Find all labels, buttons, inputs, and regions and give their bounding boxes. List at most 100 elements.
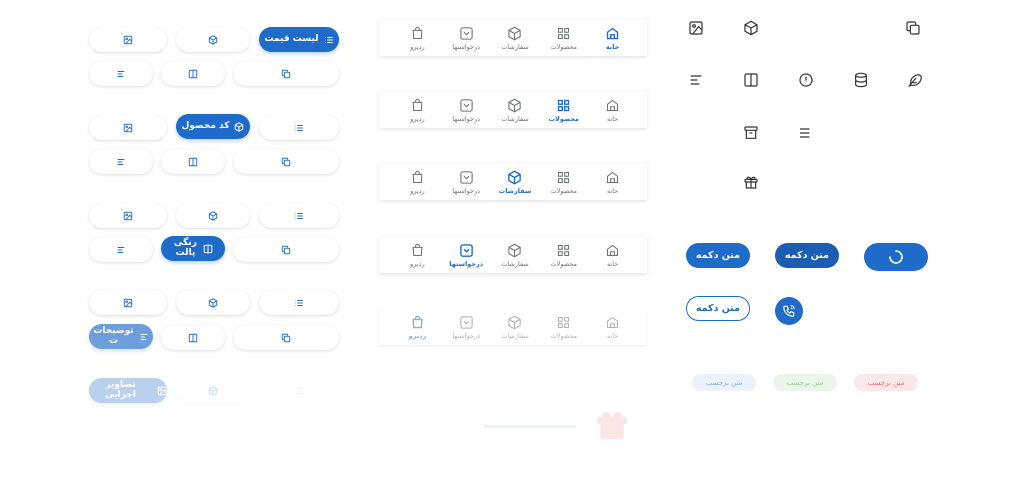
chip-list[interactable]: [259, 378, 339, 403]
columns-icon: [188, 333, 198, 342]
chip-copy[interactable]: [233, 237, 339, 262]
nav-item[interactable]: درخواستها: [442, 164, 491, 200]
chip-exec-images[interactable]: تصاویر اجرایی: [89, 378, 167, 403]
chip-image[interactable]: [89, 27, 167, 52]
cube-icon: [235, 121, 244, 132]
cube-icon: [508, 169, 522, 185]
chip-cube[interactable]: [176, 378, 250, 403]
nav-item[interactable]: ردیرو: [393, 92, 442, 128]
chip-label: کد محصول: [181, 120, 230, 131]
nav-item-label: خانه: [606, 259, 619, 268]
nav-item[interactable]: محصولات: [539, 92, 588, 128]
chip-columns[interactable]: [161, 61, 225, 86]
loading-button[interactable]: [864, 243, 928, 271]
chip-copy[interactable]: [233, 325, 339, 350]
nav-item[interactable]: سفارشات: [491, 20, 540, 56]
chip-image[interactable]: [89, 115, 167, 140]
nav-item-label: درخواستها: [452, 186, 480, 195]
database-icon: [853, 72, 869, 88]
chip-copy[interactable]: [233, 149, 339, 174]
alert-icon: [798, 72, 814, 88]
grid-icon: [558, 99, 570, 111]
badge-label: متن برچسب: [705, 378, 743, 387]
call-fab[interactable]: [775, 297, 803, 325]
nav-item[interactable]: محصولات: [539, 309, 588, 345]
nav-item[interactable]: درخواستها: [442, 309, 491, 345]
badge-label: متن برچسب: [786, 378, 824, 387]
image-icon: [123, 211, 133, 220]
nav-item-label: محصولات: [548, 114, 580, 123]
nav-item[interactable]: سفارشات: [491, 92, 540, 128]
chip-descriptions[interactable]: توضیحات ت: [89, 324, 153, 349]
chip-product-code[interactable]: کد محصول: [176, 114, 250, 139]
chip-list[interactable]: [259, 203, 339, 228]
nav-item-label: سفارشات: [501, 114, 529, 123]
cube-icon: [208, 210, 218, 221]
cube-icon: [508, 243, 522, 257]
chip-color-palette[interactable]: رنگی پالت: [161, 236, 225, 261]
grid-icon: [558, 244, 570, 256]
nav-item[interactable]: خانه: [588, 92, 637, 128]
nav-item[interactable]: محصولات: [539, 237, 588, 273]
nav-item[interactable]: خانه: [588, 164, 637, 200]
button-label: متن دکمه: [784, 250, 830, 261]
chip-image[interactable]: [89, 290, 167, 315]
nav-item-label: درخواستها: [452, 114, 480, 123]
nav-item[interactable]: خانه: [588, 20, 637, 56]
chip-align[interactable]: [89, 61, 153, 86]
nav-item[interactable]: خانه: [588, 309, 637, 345]
bag-icon: [412, 170, 423, 183]
align-icon: [688, 72, 704, 88]
nav-item[interactable]: سفارشات: [491, 164, 540, 200]
phone-call-icon: [783, 305, 795, 317]
chip-columns[interactable]: [161, 412, 225, 437]
align-icon: [140, 333, 147, 340]
nav-item[interactable]: درخواستها: [442, 20, 491, 56]
chip-copy[interactable]: [233, 61, 339, 86]
chip-cube[interactable]: [176, 203, 250, 228]
nav-item[interactable]: ردیرو: [393, 164, 442, 200]
nav-item[interactable]: درخواستها: [442, 237, 491, 273]
chip-columns[interactable]: [161, 325, 225, 350]
nav-item[interactable]: ردیرو: [393, 237, 442, 273]
gift-icon: [743, 174, 759, 190]
chip-list[interactable]: [259, 115, 339, 140]
outline-button[interactable]: متن دکمه: [686, 296, 750, 321]
nav-item[interactable]: درخواستها: [442, 92, 491, 128]
align-icon: [117, 246, 125, 253]
image-icon: [123, 123, 133, 132]
nav-item[interactable]: سفارشات: [491, 237, 540, 273]
columns-icon: [188, 69, 198, 78]
nav-item-label: درخواستها: [449, 259, 484, 268]
chip-cube[interactable]: [176, 290, 250, 315]
home-icon: [606, 27, 619, 39]
spinner-icon: [889, 250, 903, 264]
bottom-nav-bar: خانه محصولات سفارشات درخواستها ردیرو: [379, 309, 647, 345]
nav-item[interactable]: ردیرو: [393, 20, 442, 56]
chip-align[interactable]: [89, 412, 153, 437]
chip-price-list[interactable]: لیست قیمت: [259, 27, 339, 52]
home-icon: [607, 316, 619, 328]
chip-image[interactable]: [89, 203, 167, 228]
chip-align[interactable]: [89, 149, 153, 174]
nav-item-label: ردیرو: [410, 186, 425, 195]
primary-button-pressed[interactable]: متن دکمه: [775, 243, 839, 268]
home-icon: [607, 99, 619, 111]
chip-cube[interactable]: [176, 27, 250, 52]
image-icon: [688, 20, 704, 36]
bag-icon: [412, 315, 423, 328]
chip-list[interactable]: [259, 290, 339, 315]
nav-item[interactable]: سفارشات: [491, 309, 540, 345]
chip-align[interactable]: [89, 237, 153, 262]
nav-item[interactable]: ردیرو: [393, 309, 442, 345]
nav-item[interactable]: محصولات: [539, 20, 588, 56]
grid-icon: [558, 316, 570, 328]
cube-icon: [208, 297, 218, 308]
nav-item[interactable]: محصولات: [539, 164, 588, 200]
primary-button[interactable]: متن دکمه: [686, 243, 750, 268]
chip-columns[interactable]: [161, 149, 225, 174]
bottom-nav-bar: خانه محصولات سفارشات درخواستها ردیرو: [379, 92, 647, 128]
grid-icon: [558, 171, 570, 183]
nav-item[interactable]: خانه: [588, 237, 637, 273]
chip-copy[interactable]: [233, 412, 339, 437]
